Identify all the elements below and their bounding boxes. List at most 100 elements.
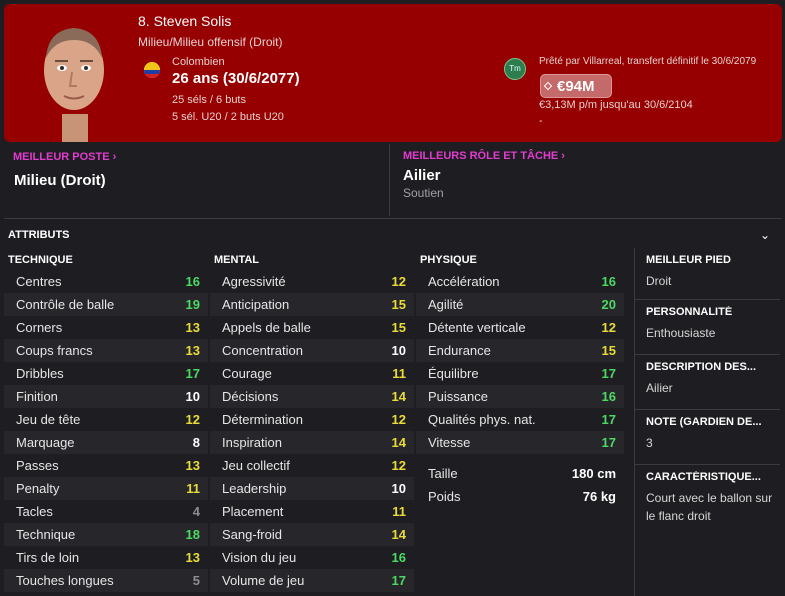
attribute-value: 11 — [392, 504, 406, 519]
attribute-value: 18 — [185, 527, 200, 542]
attribute-name: Passes — [16, 458, 59, 473]
attribute-name: Sang-froid — [222, 527, 282, 542]
attribute-name: Agilité — [428, 297, 464, 312]
attribute-row[interactable]: Coups francs 13 — [4, 339, 208, 362]
attribute-row[interactable]: Anticipation 15 — [210, 293, 414, 316]
attribute-name: Touches longues — [16, 573, 114, 588]
attribute-row[interactable]: Vision du jeu 16 — [210, 546, 414, 569]
attribute-row[interactable]: Inspiration 14 — [210, 431, 414, 454]
attribute-row[interactable]: Équilibre 17 — [416, 362, 624, 385]
attribute-row[interactable]: Placement 11 — [210, 500, 414, 523]
attribute-row[interactable]: Jeu collectif 12 — [210, 454, 414, 477]
attribute-value: 20 — [601, 297, 616, 312]
attribute-row[interactable]: Volume de jeu 17 — [210, 569, 414, 592]
attribute-row[interactable]: Jeu de tête 12 — [4, 408, 208, 431]
attribute-name: Équilibre — [428, 366, 479, 381]
attribute-row[interactable]: Contrôle de balle 19 — [4, 293, 208, 316]
personality[interactable]: PERSONNALITÉ Enthousiaste — [635, 300, 780, 355]
attribute-value: 14 — [391, 527, 406, 542]
player-nationality[interactable]: Colombien — [172, 56, 225, 68]
attribute-value: 10 — [391, 481, 406, 496]
height-value: 180 cm — [571, 466, 616, 481]
attribute-name: Jeu collectif — [222, 458, 290, 473]
attribute-value: 12 — [391, 458, 406, 473]
attribute-row[interactable]: Décisions 14 — [210, 385, 414, 408]
player-age: 26 ans (30/6/2077) — [172, 70, 300, 87]
player-name[interactable]: 8. Steven Solis — [138, 13, 231, 29]
attribute-name: Vision du jeu — [222, 550, 297, 565]
attribute-row[interactable]: Passes 13 — [4, 454, 208, 477]
attribute-row[interactable]: Détermination 12 — [210, 408, 414, 431]
best-position-panel[interactable]: MEILLEUR POSTE › Milieu (Droit) — [4, 144, 390, 216]
media-description-label: DESCRIPTION DES... — [646, 361, 757, 373]
media-description-value: Ailier — [646, 381, 673, 395]
media-description[interactable]: DESCRIPTION DES... Ailier — [635, 355, 780, 410]
attribute-name: Endurance — [428, 343, 491, 358]
attribute-row[interactable]: Touches longues 5 — [4, 569, 208, 592]
personality-value: Enthousiaste — [646, 326, 716, 340]
best-role-value: Ailier — [403, 167, 441, 184]
attribute-row[interactable]: Sang-froid 14 — [210, 523, 414, 546]
attribute-value: 11 — [186, 481, 200, 496]
attribute-row[interactable]: Penalty 11 — [4, 477, 208, 500]
attribute-value: 17 — [601, 435, 616, 450]
attribute-row[interactable]: Tacles 4 — [4, 500, 208, 523]
attribute-value: 15 — [391, 297, 406, 312]
attribute-row[interactable]: Agilité 20 — [416, 293, 624, 316]
attribute-name: Corners — [16, 320, 63, 335]
attribute-name: Penalty — [16, 481, 60, 496]
attribute-name: Contrôle de balle — [16, 297, 115, 312]
loan-status[interactable]: Prêté par Villarreal, transfert définiti… — [539, 56, 775, 67]
attribute-row[interactable]: Corners 13 — [4, 316, 208, 339]
attribute-value: 16 — [391, 550, 406, 565]
attribute-value: 8 — [192, 435, 200, 450]
best-role-panel[interactable]: MEILLEURS RÔLE ET TÂCHE › Ailier Soutien — [392, 144, 784, 216]
attribute-row[interactable]: Finition 10 — [4, 385, 208, 408]
attribute-row[interactable]: Technique 18 — [4, 523, 208, 546]
gk-rating[interactable]: NOTE (GARDIEN DE... 3 — [635, 410, 780, 465]
attribute-value: 17 — [601, 412, 616, 427]
attribute-value: 12 — [185, 412, 200, 427]
attribute-row[interactable]: Leadership 10 — [210, 477, 414, 500]
best-role-duty: Soutien — [403, 186, 444, 200]
attribute-row[interactable]: Tirs de loin 13 — [4, 546, 208, 569]
attribute-row[interactable]: Courage 11 — [210, 362, 414, 385]
attribute-row[interactable]: Puissance 16 — [416, 385, 624, 408]
attribute-row[interactable]: Accélération 16 — [416, 270, 624, 293]
attribute-name: Agressivité — [222, 274, 286, 289]
attribute-row[interactable]: Endurance 15 — [416, 339, 624, 362]
attribute-row[interactable]: Agressivité 12 — [210, 270, 414, 293]
attribute-value: 14 — [391, 389, 406, 404]
attribute-row[interactable]: Concentration 10 — [210, 339, 414, 362]
attribute-row[interactable]: Marquage 8 — [4, 431, 208, 454]
attribute-name: Accélération — [428, 274, 500, 289]
personality-label: PERSONNALITÉ — [646, 306, 733, 318]
club-badge-icon[interactable]: Tm — [504, 58, 526, 80]
attribute-name: Concentration — [222, 343, 303, 358]
attribute-value: 4 — [192, 504, 200, 519]
physique-title: PHYSIQUE — [420, 254, 477, 266]
attribute-row[interactable]: Centres 16 — [4, 270, 208, 293]
price-tag-icon — [543, 81, 553, 91]
attribute-value: 13 — [185, 458, 200, 473]
attribute-row[interactable]: Dribbles 17 — [4, 362, 208, 385]
player-caps-u20: 5 sél. U20 / 2 buts U20 — [172, 111, 284, 123]
attribute-value: 16 — [601, 389, 616, 404]
attribute-name: Centres — [16, 274, 62, 289]
attributes-header[interactable]: ATTRIBUTS ⌄ — [4, 218, 782, 248]
attribute-name: Décisions — [222, 389, 279, 404]
attribute-row[interactable]: Vitesse 17 — [416, 431, 624, 454]
attributes-title: ATTRIBUTS — [8, 229, 70, 241]
attribute-value: 13 — [185, 550, 200, 565]
preferred-foot-label: MEILLEUR PIED — [646, 254, 731, 266]
attribute-row[interactable]: Qualités phys. nat. 17 — [416, 408, 624, 431]
chevron-down-icon[interactable]: ⌄ — [760, 228, 770, 242]
transfer-value-badge[interactable]: €94M — [540, 74, 612, 98]
attribute-name: Détente verticale — [428, 320, 526, 335]
attribute-name: Appels de balle — [222, 320, 311, 335]
technique-column: TECHNIQUE Centres 16 Contrôle de balle 19 Co… — [4, 252, 208, 592]
attribute-row[interactable]: Détente verticale 12 — [416, 316, 624, 339]
attribute-row[interactable]: Appels de balle 15 — [210, 316, 414, 339]
player-trait[interactable]: CARACTÉRISTIQUE... Court avec le ballon … — [635, 465, 780, 535]
attribute-name: Volume de jeu — [222, 573, 305, 588]
